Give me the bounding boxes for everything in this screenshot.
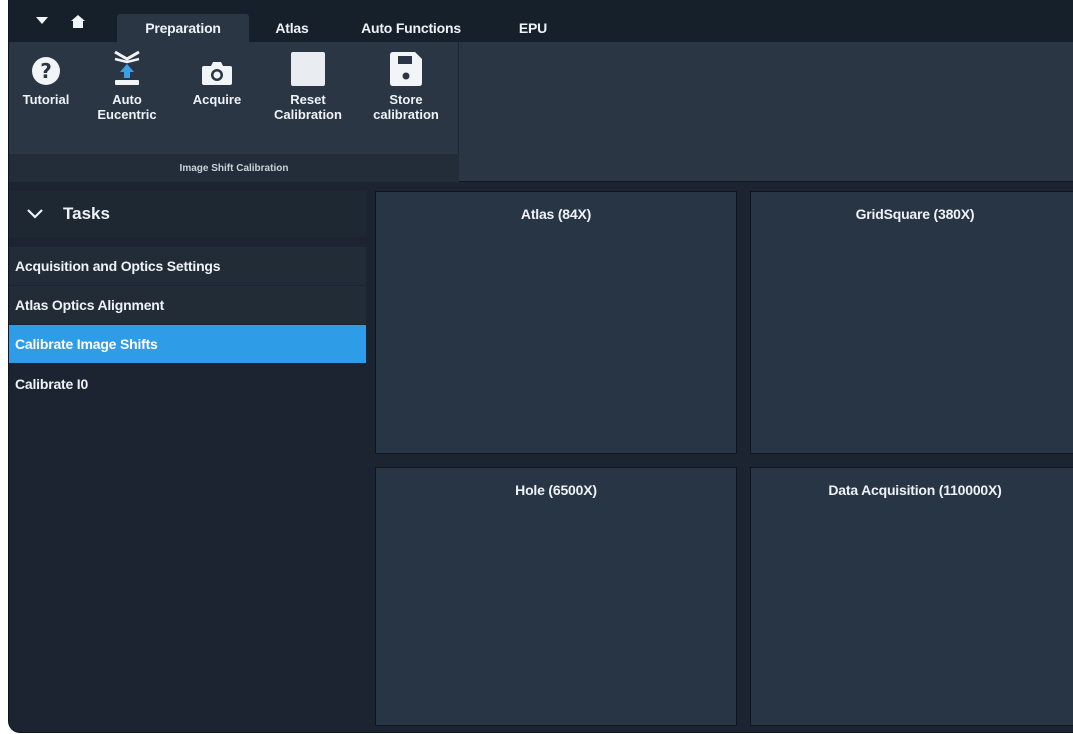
acquire-button[interactable]: Acquire — [181, 46, 253, 107]
gridsquare-pane[interactable]: GridSquare (380X) — [750, 191, 1073, 454]
tab-bar: Preparation Atlas Auto Functions EPU — [9, 0, 1073, 42]
reset-square-icon — [291, 46, 325, 86]
data-acquisition-pane[interactable]: Data Acquisition (110000X) — [750, 467, 1073, 726]
ribbon-group-image-shift-calibration: ? Tutorial Auto Eucentric Acquire Reset … — [9, 42, 459, 182]
task-item-calibrate-image-shifts[interactable]: Calibrate Image Shifts — [9, 325, 366, 363]
svg-text:?: ? — [40, 59, 52, 83]
pane-title: Data Acquisition (110000X) — [828, 482, 1002, 498]
help-icon: ? — [29, 46, 63, 86]
chevron-down-icon — [27, 209, 51, 219]
caret-down-icon[interactable] — [31, 10, 53, 32]
pane-title: Atlas (84X) — [520, 206, 592, 222]
atlas-pane[interactable]: Atlas (84X) — [375, 191, 737, 454]
tab-auto-functions[interactable]: Auto Functions — [343, 14, 479, 42]
store-calibration-button[interactable]: Store calibration — [359, 46, 453, 122]
tab-preparation[interactable]: Preparation — [117, 14, 249, 42]
tasks-panel: Tasks Acquisition and Optics Settings At… — [9, 183, 366, 732]
image-panes-area: Atlas (84X) GridSquare (380X) Hole (6500… — [366, 183, 1073, 732]
app-window: Preparation Atlas Auto Functions EPU ? T… — [8, 0, 1073, 733]
eucentric-icon — [110, 46, 144, 86]
auto-eucentric-button[interactable]: Auto Eucentric — [89, 46, 165, 122]
tab-epu[interactable]: EPU — [503, 14, 563, 42]
save-icon — [389, 46, 423, 86]
tasks-title: Tasks — [63, 204, 110, 223]
tasks-header[interactable]: Tasks — [9, 191, 366, 237]
ribbon: ? Tutorial Auto Eucentric Acquire Reset … — [9, 42, 1073, 182]
camera-icon — [200, 46, 234, 86]
task-item-atlas-optics-alignment[interactable]: Atlas Optics Alignment — [9, 286, 366, 324]
tutorial-button[interactable]: ? Tutorial — [11, 46, 81, 107]
ribbon-group-label: Image Shift Calibration — [9, 154, 459, 182]
tab-atlas[interactable]: Atlas — [257, 14, 327, 42]
pane-title: GridSquare (380X) — [855, 206, 975, 222]
task-item-calibrate-i0[interactable]: Calibrate I0 — [9, 365, 366, 403]
pane-title: Hole (6500X) — [515, 482, 597, 498]
hole-pane[interactable]: Hole (6500X) — [375, 467, 737, 726]
task-item-acquisition-optics[interactable]: Acquisition and Optics Settings — [9, 247, 366, 285]
reset-calibration-button[interactable]: Reset Calibration — [261, 46, 355, 122]
home-icon[interactable] — [67, 10, 89, 32]
